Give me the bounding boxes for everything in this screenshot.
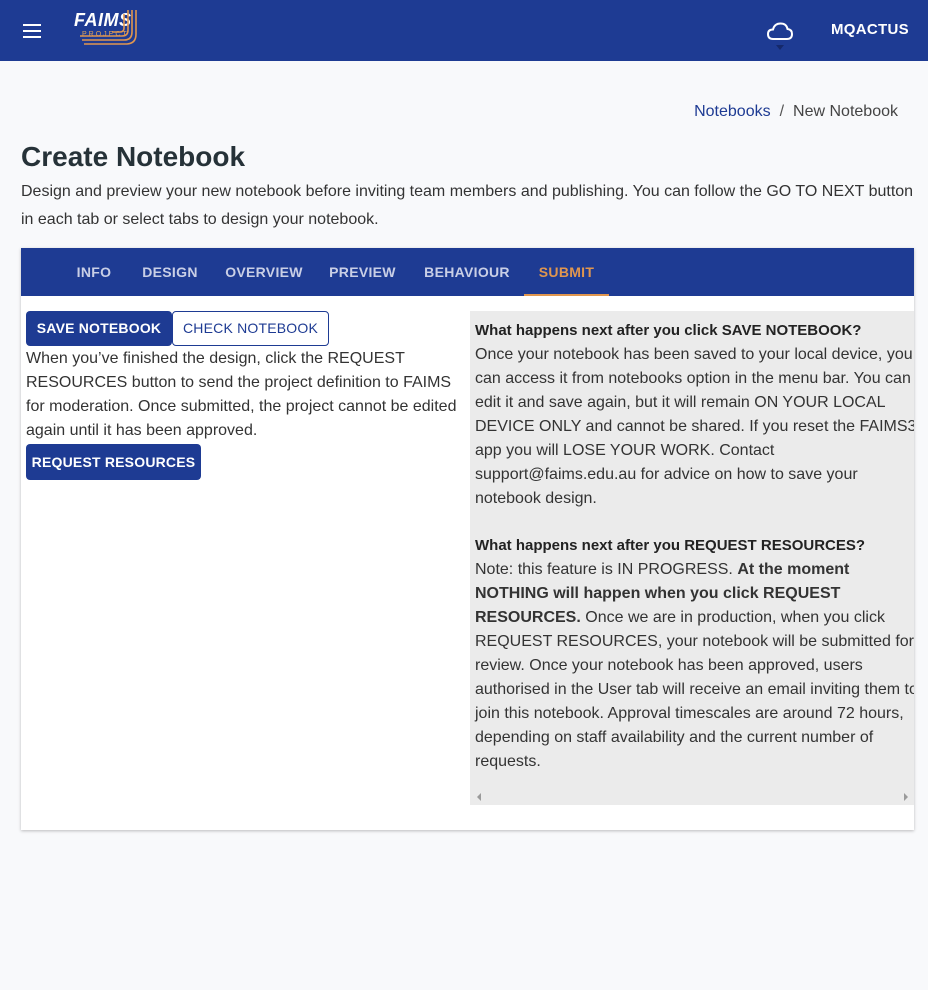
tab-submit[interactable]: SUBMIT — [524, 248, 609, 296]
save-info-text: Once your notebook has been saved to you… — [475, 346, 914, 507]
scroll-left-arrow-icon[interactable] — [477, 793, 481, 801]
logo-circuit-graphic — [80, 10, 137, 45]
notebook-editor-card: INFO DESIGN OVERVIEW PREVIEW BEHAVIOUR S… — [21, 248, 914, 830]
cloud-sync-icon[interactable] — [766, 16, 794, 52]
menu-icon[interactable] — [20, 19, 44, 43]
page-title: Create Notebook — [21, 141, 246, 172]
app-bar: FAIMS PROJECT MQACTUS — [0, 0, 928, 61]
tab-design[interactable]: DESIGN — [131, 248, 209, 296]
active-tab-indicator — [524, 294, 609, 296]
check-notebook-button[interactable]: CHECK NOTEBOOK — [172, 311, 329, 346]
page-description: Design and preview your new notebook bef… — [21, 183, 914, 228]
breadcrumb-notebooks-link[interactable]: Notebooks — [694, 103, 771, 120]
info-panel[interactable]: What happens next after you click SAVE N… — [470, 311, 914, 805]
breadcrumb-current: New Notebook — [793, 103, 898, 120]
tab-behaviour[interactable]: BEHAVIOUR — [414, 248, 520, 296]
save-notebook-button[interactable]: SAVE NOTEBOOK — [26, 311, 172, 346]
request-info-heading: What happens next after you REQUEST RESO… — [475, 537, 866, 554]
tab-preview[interactable]: PREVIEW — [318, 248, 407, 296]
scroll-right-arrow-icon[interactable] — [904, 793, 908, 801]
info-content: What happens next after you click SAVE N… — [475, 319, 914, 774]
save-info-heading: What happens next after you click SAVE N… — [475, 322, 862, 339]
request-info-paragraph: Note: this feature is IN PROGRESS. At th… — [475, 558, 914, 774]
breadcrumb-separator: / — [779, 103, 785, 120]
faims-logo[interactable]: FAIMS PROJECT — [72, 8, 144, 46]
request-resources-button[interactable]: REQUEST RESOURCES — [26, 444, 201, 480]
user-menu[interactable]: MQACTUS — [831, 21, 909, 38]
tab-bar: INFO DESIGN OVERVIEW PREVIEW BEHAVIOUR S… — [21, 248, 914, 296]
request-info-note: Note: this feature is IN PROGRESS. — [475, 561, 733, 578]
submit-instructions: When you’ve finished the design, click t… — [26, 350, 457, 439]
tab-overview[interactable]: OVERVIEW — [216, 248, 312, 296]
breadcrumb: Notebooks / New Notebook — [694, 103, 898, 121]
request-info-text: Once we are in production, when you clic… — [475, 609, 914, 770]
tab-info[interactable]: INFO — [63, 248, 125, 296]
